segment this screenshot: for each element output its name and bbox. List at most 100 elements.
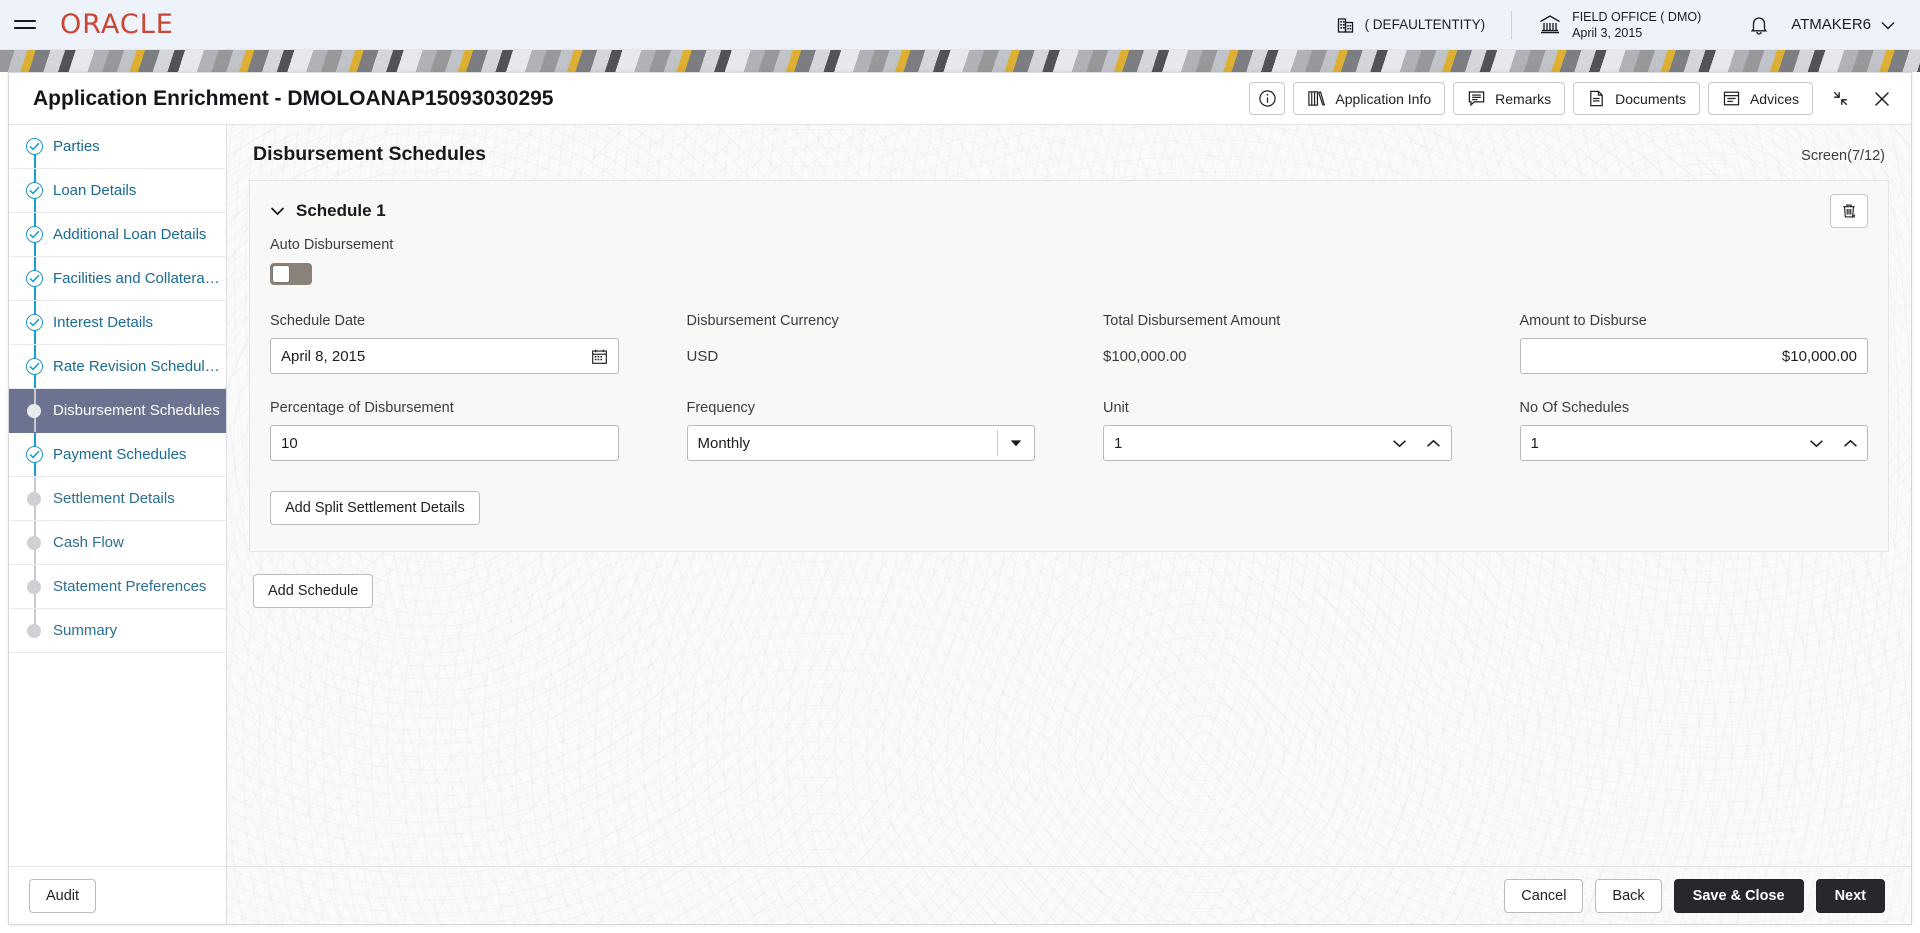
sidebar-item-rate-revision-schedules[interactable]: Rate Revision Schedules [9,345,226,389]
auto-disbursement-toggle[interactable] [270,263,312,285]
documents-button[interactable]: Documents [1573,82,1700,115]
next-button[interactable]: Next [1815,878,1885,913]
close-icon [1873,90,1891,108]
auto-disbursement-label: Auto Disbursement [270,237,394,253]
hamburger-icon[interactable] [14,12,40,38]
comment-icon [1467,89,1486,108]
sidebar-item-settlement-details[interactable]: Settlement Details [9,477,226,521]
total-disbursement-amount-value: $100,000.00 [1103,347,1187,365]
application-enrichment-window: Application Enrichment - DMOLOANAP150930… [8,72,1912,925]
save-and-close-button[interactable]: Save & Close [1673,878,1804,913]
step-status-done-icon [21,138,47,155]
window-toolbar: Application Info Remarks Documents Advic… [1249,82,1897,115]
background-image-strip [0,50,1920,72]
stepper-sidebar: Parties Loan Details Additional Loan Det… [9,125,227,924]
bank-icon [1538,13,1562,37]
amount-to-disburse-label: Amount to Disburse [1519,313,1647,329]
entity-label: ( DEFAULTENTITY) [1364,17,1486,32]
sidebar-item-interest-details[interactable]: Interest Details [9,301,226,345]
user-name: ATMAKER6 [1791,16,1871,33]
main-content: Disbursement Schedules Screen(7/12) Sche… [227,125,1911,924]
frequency-select[interactable]: Monthly [686,425,1035,461]
sidebar-item-label: Rate Revision Schedules [53,358,221,375]
no-of-schedules-decrement-button[interactable] [1799,426,1833,460]
no-of-schedules-label: No Of Schedules [1519,400,1630,416]
page-title: Application Enrichment - DMOLOANAP150930… [33,86,554,110]
total-disbursement-amount-label: Total Disbursement Amount [1103,313,1281,329]
sidebar-item-additional-loan-details[interactable]: Additional Loan Details [9,213,226,257]
percentage-of-disbursement-input[interactable]: 10 [270,425,619,461]
schedule-date-field: Schedule Date April 8, 2015 [270,313,619,374]
step-status-done-icon [21,270,47,287]
remarks-button[interactable]: Remarks [1453,82,1566,115]
sidebar-item-label: Facilities and Collateral ... [53,270,225,287]
frequency-label: Frequency [686,400,756,416]
schedule-date-value: April 8, 2015 [281,347,366,365]
user-menu[interactable]: ATMAKER6 [1791,16,1920,33]
audit-button[interactable]: Audit [29,878,97,913]
sidebar-item-summary[interactable]: Summary [9,609,226,653]
add-schedule-button[interactable]: Add Schedule [253,574,374,608]
amount-to-disburse-input[interactable]: $10,000.00 [1519,338,1868,374]
sidebar-item-label: Additional Loan Details [53,226,207,243]
notifications-button[interactable] [1727,14,1791,36]
application-info-label: Application Info [1335,90,1432,107]
sidebar-item-facilities-and-collateral[interactable]: Facilities and Collateral ... [9,257,226,301]
sidebar-item-statement-preferences[interactable]: Statement Preferences [9,565,226,609]
schedule-form-row-1: Schedule Date April 8, 2015 Disbursement… [270,313,1868,374]
sidebar-item-label: Parties [53,138,100,155]
unit-decrement-button[interactable] [1383,426,1417,460]
sidebar-item-cash-flow[interactable]: Cash Flow [9,521,226,565]
sidebar-item-label: Settlement Details [53,490,175,507]
advices-button[interactable]: Advices [1707,82,1813,115]
window-header: Application Enrichment - DMOLOANAP150930… [9,73,1911,125]
schedule-date-input[interactable]: April 8, 2015 [270,338,619,374]
section-title: Disbursement Schedules [253,143,486,165]
remarks-label: Remarks [1495,90,1552,107]
no-of-schedules-increment-button[interactable] [1833,426,1867,460]
office-name: FIELD OFFICE ( DMO) [1572,9,1702,24]
step-status-pending-icon [21,623,47,638]
application-info-button[interactable]: Application Info [1293,82,1446,115]
step-status-done-icon [21,314,47,331]
collapse-button[interactable] [1825,84,1855,114]
schedule-card-header: Schedule 1 [270,181,1868,237]
screen-indicator: Screen(7/12) [1801,148,1885,164]
delete-schedule-button[interactable] [1830,194,1868,228]
office-selector[interactable]: FIELD OFFICE ( DMO) April 3, 2015 [1512,9,1727,41]
step-status-pending-icon [21,535,47,550]
sidebar-item-loan-details[interactable]: Loan Details [9,169,226,213]
step-status-done-icon [21,446,47,463]
back-button[interactable]: Back [1595,878,1662,913]
close-button[interactable] [1867,84,1897,114]
sidebar-item-parties[interactable]: Parties [9,125,226,169]
document-icon [1587,89,1606,108]
chevron-up-icon [1843,439,1858,448]
total-disbursement-amount-field: Total Disbursement Amount $100,000.00 [1103,313,1452,374]
advice-icon [1722,89,1741,108]
office-date: April 3, 2015 [1572,25,1643,40]
sidebar-footer: Audit [9,866,226,924]
calendar-icon[interactable] [591,348,608,365]
chevron-down-icon [1881,21,1895,29]
info-button[interactable] [1249,82,1286,115]
disbursement-currency-field: Disbursement Currency USD [687,313,1036,374]
add-split-settlement-details-button[interactable]: Add Split Settlement Details [270,491,480,525]
schedule-card: Schedule 1 Auto Disbursement Schedule Da… [249,180,1889,552]
caret-down-icon [998,439,1034,447]
oracle-logo: ORACLE [60,9,174,40]
chevron-down-icon[interactable] [270,206,290,216]
step-status-done-icon [21,182,47,199]
no-of-schedules-stepper[interactable]: 1 [1519,425,1868,461]
unit-stepper[interactable]: 1 [1103,425,1452,461]
no-of-schedules-value: 1 [1530,434,1539,452]
advices-label: Advices [1749,90,1799,107]
sidebar-item-label: Disbursement Schedules [53,402,220,419]
cancel-button[interactable]: Cancel [1504,878,1584,913]
unit-increment-button[interactable] [1417,426,1451,460]
sidebar-item-payment-schedules[interactable]: Payment Schedules [9,433,226,477]
unit-value: 1 [1114,434,1123,452]
chevron-up-icon [1426,439,1441,448]
entity-selector[interactable]: ( DEFAULTENTITY) [1310,10,1512,40]
sidebar-item-disbursement-schedules[interactable]: Disbursement Schedules [9,389,226,433]
